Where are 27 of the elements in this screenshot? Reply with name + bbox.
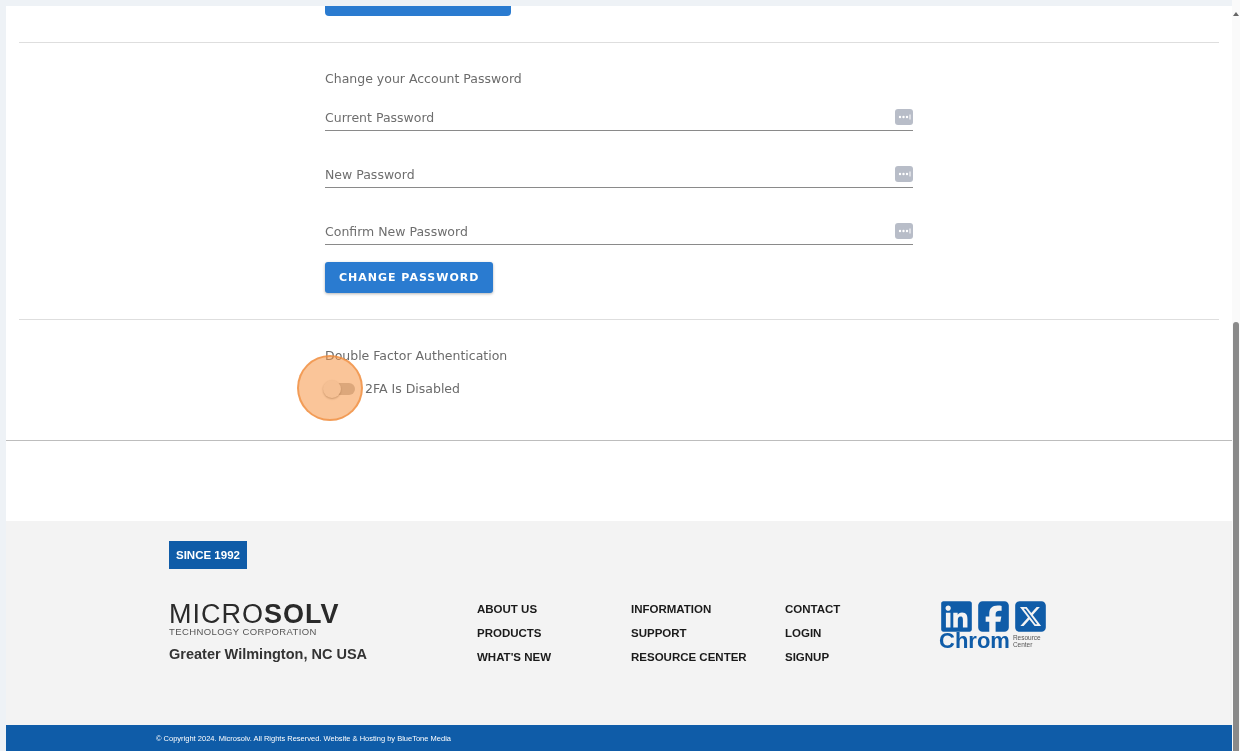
password-dots-icon[interactable] <box>895 223 913 239</box>
password-field[interactable]: New Password <box>325 166 895 182</box>
footer-link[interactable]: RESOURCE CENTER <box>631 651 785 663</box>
password-field[interactable]: Confirm New Password <box>325 223 895 239</box>
scrollbar[interactable] <box>1232 0 1240 751</box>
location-text: Greater Wilmington, NC USA <box>169 646 369 662</box>
linkedin-icon[interactable] <box>939 599 974 634</box>
password-dots-icon[interactable] <box>895 166 913 182</box>
footer-link[interactable]: LOGIN <box>785 627 939 639</box>
footer-link[interactable]: SUPPORT <box>631 627 785 639</box>
footer-link[interactable]: INFORMATION <box>631 603 785 615</box>
footer-link[interactable]: SIGNUP <box>785 651 939 663</box>
toggle-switch[interactable] <box>325 382 355 395</box>
facebook-icon[interactable] <box>976 599 1011 634</box>
chrom-logo[interactable]: Chrom <box>939 628 1010 654</box>
password-dots-icon[interactable] <box>895 109 913 125</box>
change-password-button[interactable]: CHANGE PASSWORD <box>325 262 494 293</box>
footer-link[interactable]: ABOUT US <box>477 603 631 615</box>
footer-link[interactable]: PRODUCTS <box>477 627 631 639</box>
toggle-label: 2FA Is Disabled <box>365 381 460 396</box>
footer-link[interactable]: CONTACT <box>785 603 939 615</box>
since-badge: SINCE 1992 <box>169 541 247 569</box>
password-field[interactable]: Current Password <box>325 109 895 125</box>
section-title: Double Factor Authentication <box>325 348 509 363</box>
footer-link[interactable]: WHAT'S NEW <box>477 651 631 663</box>
x-icon[interactable] <box>1013 599 1048 634</box>
section-title: Change your Account Password <box>325 71 523 86</box>
